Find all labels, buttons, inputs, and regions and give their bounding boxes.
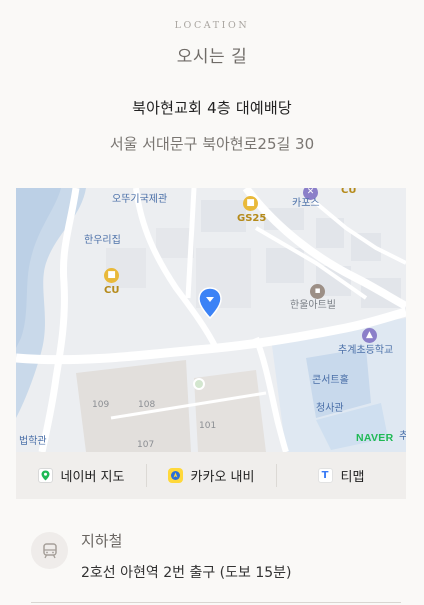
map-label-bldg-101: 101 [199, 421, 217, 431]
map-label-concert-hall[interactable]: 콘서트홀 [312, 376, 349, 386]
map-label-kapos[interactable]: 카포스 [292, 199, 320, 209]
map-label-cu-top[interactable]: CU [341, 188, 356, 196]
map-label-gs25[interactable]: GS25 [237, 214, 266, 224]
map-view[interactable]: 오뚜기국제관 한우리집 ■ CU ■ GS25 ✕ 카포스 CU ▪ 한울아트빌… [16, 188, 406, 452]
naver-map-button[interactable]: 네이버 지도 [16, 452, 146, 499]
kakao-navi-icon [167, 468, 183, 483]
map-label-law-hall[interactable]: 법학관 [19, 437, 47, 447]
tmap-button[interactable]: T 티맵 [276, 452, 406, 499]
divider [31, 602, 401, 603]
school-icon: ▲ [362, 328, 377, 343]
apartment-icon: ▪ [310, 284, 325, 299]
naver-logo: NAVER [356, 432, 394, 444]
map-label-otteugi[interactable]: 오뚜기국제관 [112, 195, 167, 205]
map-label-hanwoo[interactable]: 한우리집 [84, 236, 121, 246]
tmap-label: 티맵 [340, 470, 365, 485]
map-label-bldg-109: 109 [92, 400, 110, 410]
naver-map-label: 네이버 지도 [60, 470, 125, 485]
kakao-navi-button[interactable]: 카카오 내비 [146, 452, 276, 499]
map-label-bldg-108: 108 [138, 400, 156, 410]
map-label-chugye[interactable]: 추계초등학교 [338, 346, 393, 356]
section-title: 오시는 길 [176, 47, 248, 67]
naver-map-icon [37, 468, 53, 483]
map-label-cu-left[interactable]: CU [104, 286, 119, 296]
location-eyebrow: LOCATION [174, 20, 250, 31]
map-label-hanul[interactable]: 한울아트빌 [290, 301, 336, 311]
tmap-icon: T [317, 468, 333, 483]
kakao-navi-label: 카카오 내비 [190, 470, 255, 485]
convenience-store-icon: ■ [104, 268, 119, 283]
map-label-cheongsa[interactable]: 청사관 [316, 404, 344, 414]
venue-name: 북아현교회 4층 대예배당 [132, 99, 292, 117]
subway-icon [31, 532, 68, 569]
map-label-cut-off: 추 [399, 431, 406, 442]
transit-heading: 지하철 [81, 532, 123, 550]
venue-address: 서울 서대문구 북아현로25길 30 [109, 135, 315, 153]
transit-info: 지하철 2호선 아현역 2번 출구 (도보 15분) [31, 528, 401, 588]
transit-detail: 2호선 아현역 2번 출구 (도보 15분) [81, 565, 292, 581]
convenience-store-icon: ■ [243, 196, 258, 211]
map-canvas [16, 188, 406, 452]
navigation-app-bar: 네이버 지도 카카오 내비 T 티맵 [16, 452, 406, 499]
map-label-bldg-107: 107 [137, 440, 155, 450]
